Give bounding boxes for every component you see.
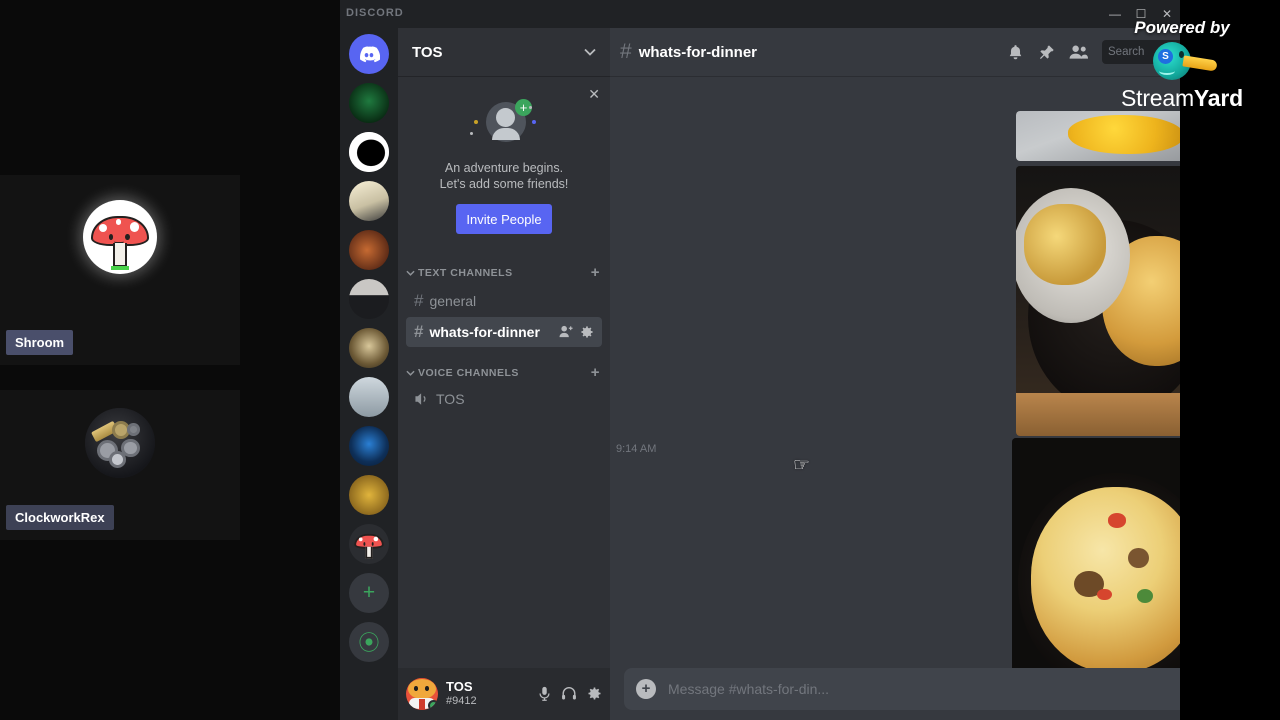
screen-root: Shroom ClockworkRex DISCORD — ☐ ✕ + ⦿ TO…	[0, 0, 1280, 720]
duck-logo-icon: S	[1145, 40, 1219, 84]
status-indicator	[428, 700, 438, 710]
message-timestamp: 9:14 AM	[616, 443, 657, 455]
title-bar: DISCORD — ☐ ✕	[340, 0, 1180, 28]
hash-icon: #	[414, 322, 424, 341]
server-icon-leopard[interactable]	[349, 328, 389, 368]
participant-tile-shroom[interactable]: Shroom	[0, 175, 240, 365]
category-label: TEXT CHANNELS	[418, 266, 513, 279]
voice-channel-tos[interactable]: TOS	[406, 386, 602, 412]
server-icon-green-card[interactable]	[349, 83, 389, 123]
headphones-icon[interactable]	[561, 686, 577, 701]
guild-header[interactable]: TOS	[398, 28, 610, 76]
invite-line-1: An adventure begins.	[444, 161, 564, 175]
server-icon-slender-figure[interactable]	[349, 279, 389, 319]
current-user-name: TOS	[446, 679, 473, 695]
streamyard-brand: StreamYard	[1092, 85, 1272, 112]
members-icon[interactable]	[1069, 44, 1088, 60]
server-icon-orange-characters[interactable]	[349, 230, 389, 270]
discord-window: DISCORD — ☐ ✕ + ⦿ TOS ✕ + An adventure b…	[340, 0, 1280, 720]
current-user-tag: #9412	[446, 695, 477, 708]
server-icon-panther[interactable]	[349, 132, 389, 172]
chevron-down-icon[interactable]	[584, 48, 596, 56]
chevron-down-icon	[406, 270, 415, 276]
add-channel-icon[interactable]: +	[591, 264, 600, 281]
invite-line-2: Let's add some friends!	[439, 177, 569, 191]
brand-light: Stream	[1120, 85, 1194, 111]
category-label: VOICE CHANNELS	[418, 366, 519, 379]
pin-icon[interactable]	[1038, 44, 1055, 61]
server-icon-mushroom[interactable]	[349, 524, 389, 564]
s-badge: S	[1158, 49, 1173, 64]
stream-participant-panel: Shroom ClockworkRex	[0, 0, 340, 720]
channel-label: TOS	[436, 391, 465, 407]
guild-name: TOS	[412, 43, 443, 61]
discord-logo-icon	[360, 45, 380, 62]
explore-servers-button[interactable]: ⦿	[349, 622, 389, 662]
create-invite-icon[interactable]	[559, 325, 574, 338]
invite-people-button[interactable]: Invite People	[456, 204, 552, 234]
channel-label: whats-for-dinner	[429, 324, 540, 340]
user-panel: TOS #9412	[398, 668, 610, 720]
mouse-cursor: ☞	[793, 455, 811, 476]
channel-whats-for-dinner[interactable]: # whats-for-dinner	[406, 317, 602, 347]
server-icon-penguin[interactable]	[349, 181, 389, 221]
add-server-button[interactable]: +	[349, 573, 389, 613]
category-text-channels[interactable]: TEXT CHANNELS +	[398, 248, 610, 285]
speaker-icon	[415, 393, 426, 405]
gear-icon[interactable]	[587, 686, 602, 701]
bell-icon[interactable]	[1007, 44, 1024, 61]
server-icon-blue-orb[interactable]	[349, 426, 389, 466]
server-icon-gold-shield[interactable]	[349, 475, 389, 515]
hash-icon: #	[620, 40, 632, 63]
microphone-icon[interactable]	[538, 686, 551, 702]
participant-name: Shroom	[6, 330, 74, 355]
channel-label: general	[429, 293, 477, 309]
gear-icon[interactable]	[580, 325, 594, 339]
add-channel-icon[interactable]: +	[591, 364, 600, 381]
participant-tile-clockworkrex[interactable]: ClockworkRex	[0, 390, 240, 540]
hash-icon: #	[414, 291, 424, 310]
invite-card: ✕ + An adventure begins. Let's add some …	[398, 76, 610, 248]
close-icon[interactable]: ✕	[588, 86, 600, 103]
composer-placeholder: Message #whats-for-din...	[668, 681, 830, 697]
streamyard-watermark: Powered by S StreamYard	[1092, 18, 1272, 112]
server-rail: + ⦿	[340, 28, 398, 720]
attach-file-icon[interactable]: +	[636, 679, 656, 699]
channel-sidebar: TOS ✕ + An adventure begins. Let's add s…	[398, 28, 610, 720]
clockwork-gears-avatar	[85, 408, 155, 478]
mushroom-avatar	[83, 200, 157, 274]
discord-home-button[interactable]	[349, 34, 389, 74]
server-icon-snow-landscape[interactable]	[349, 377, 389, 417]
discord-wordmark: DISCORD	[346, 7, 404, 19]
participant-name: ClockworkRex	[6, 505, 114, 530]
category-voice-channels[interactable]: VOICE CHANNELS +	[398, 348, 610, 385]
invite-illustration: +	[470, 98, 536, 150]
chevron-down-icon	[406, 370, 415, 376]
channel-title: whats-for-dinner	[638, 43, 758, 61]
brand-bold: Yard	[1193, 85, 1243, 111]
avatar[interactable]	[406, 678, 438, 710]
channel-general[interactable]: # general	[406, 286, 602, 316]
powered-by-label: Powered by	[1134, 18, 1230, 37]
